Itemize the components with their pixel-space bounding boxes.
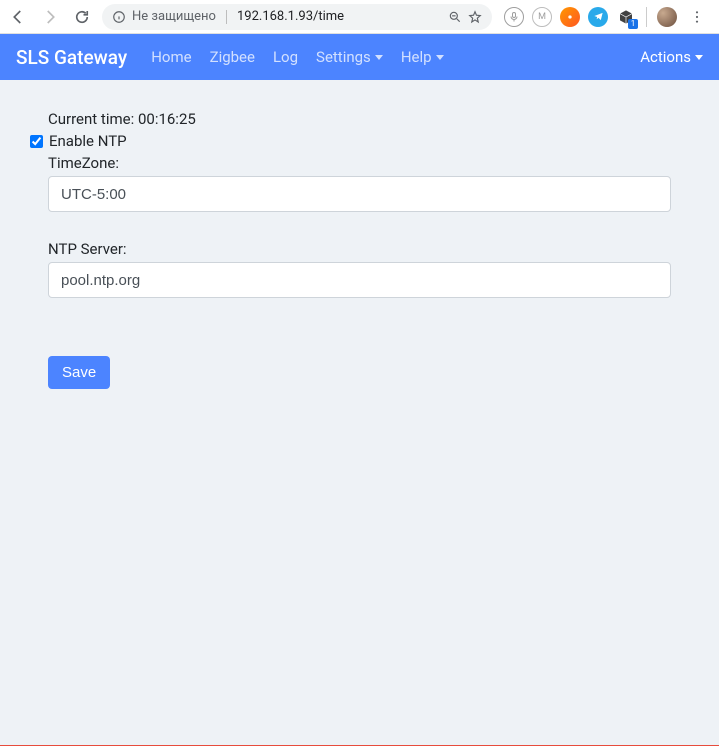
chevron-down-icon	[695, 55, 703, 60]
reload-button[interactable]	[70, 5, 94, 29]
browser-menu-button[interactable]	[685, 5, 709, 29]
security-status-text: Не защищено	[132, 9, 216, 24]
ntpserver-input[interactable]	[48, 262, 671, 298]
extension-icon-package[interactable]: 1	[616, 7, 636, 27]
nav-zigbee[interactable]: Zigbee	[210, 48, 255, 66]
nav-log[interactable]: Log	[273, 48, 298, 66]
nav-actions[interactable]: Actions	[640, 48, 703, 66]
current-time-label: Current time:	[48, 110, 138, 128]
content-area: Current time: 00:16:25 Enable NTP TimeZo…	[0, 80, 719, 419]
current-time-value: 00:16:25	[138, 110, 196, 128]
extension-icon-3[interactable]	[560, 7, 580, 27]
app-navbar: SLS Gateway Home Zigbee Log Settings Hel…	[0, 34, 719, 80]
page-body: SLS Gateway Home Zigbee Log Settings Hel…	[0, 34, 719, 746]
chevron-down-icon	[375, 55, 383, 60]
timezone-label: TimeZone:	[48, 154, 671, 172]
brand-title[interactable]: SLS Gateway	[16, 46, 127, 69]
browser-toolbar: Не защищено 192.168.1.93/time M 1	[0, 0, 719, 34]
extension-separator	[646, 7, 647, 27]
site-info-icon[interactable]	[112, 10, 126, 24]
bookmark-star-icon[interactable]	[468, 10, 482, 24]
ntpserver-label: NTP Server:	[48, 240, 671, 258]
save-button[interactable]: Save	[48, 356, 110, 389]
nav-help[interactable]: Help	[401, 48, 444, 66]
timezone-input[interactable]	[48, 176, 671, 212]
forward-button[interactable]	[38, 5, 62, 29]
extension-icon-2[interactable]: M	[532, 7, 552, 27]
back-button[interactable]	[6, 5, 30, 29]
ntpserver-field-group: NTP Server:	[48, 240, 671, 298]
zoom-icon[interactable]	[448, 10, 462, 24]
chevron-down-icon	[436, 55, 444, 60]
profile-avatar[interactable]	[657, 7, 677, 27]
extension-icon-telegram[interactable]	[588, 7, 608, 27]
enable-ntp-label: Enable NTP	[49, 132, 127, 150]
nav-settings[interactable]: Settings	[316, 48, 383, 66]
timezone-field-group: TimeZone:	[48, 154, 671, 212]
extension-badge: 1	[628, 19, 638, 29]
omnibox-divider	[226, 10, 227, 24]
nav-home[interactable]: Home	[151, 48, 191, 66]
url-text: 192.168.1.93/time	[237, 9, 442, 24]
enable-ntp-row: Enable NTP	[30, 132, 671, 150]
address-bar[interactable]: Не защищено 192.168.1.93/time	[102, 4, 492, 30]
extensions-area: M 1	[500, 5, 713, 29]
current-time-row: Current time: 00:16:25	[48, 110, 671, 128]
enable-ntp-checkbox[interactable]	[30, 135, 43, 148]
extension-icon-1[interactable]	[504, 7, 524, 27]
